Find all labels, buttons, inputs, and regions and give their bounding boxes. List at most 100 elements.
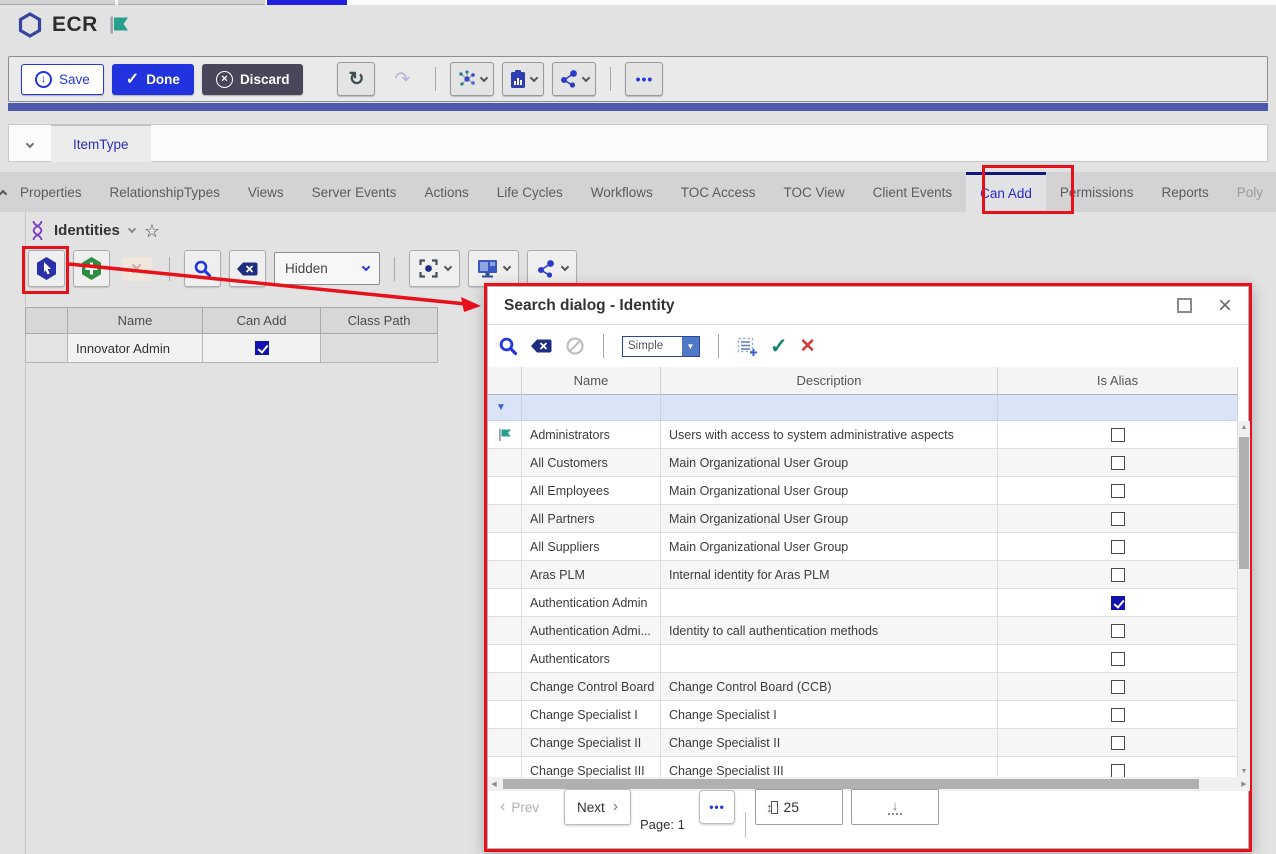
chevron-down-icon[interactable]	[128, 225, 136, 233]
dialog-grid-row[interactable]: Change Control BoardChange Control Board…	[488, 673, 1238, 701]
maximize-icon[interactable]	[1177, 298, 1192, 313]
focus-button[interactable]	[409, 250, 460, 287]
page-more-button[interactable]: •••	[699, 790, 735, 824]
is-alias-cell[interactable]	[998, 533, 1238, 561]
filter-cell-description[interactable]	[661, 395, 998, 421]
is-alias-checkbox[interactable]	[1111, 540, 1125, 554]
tab-relationshiptypes[interactable]: RelationshipTypes	[96, 172, 234, 212]
description-cell[interactable]: Users with access to system administrati…	[661, 421, 998, 449]
row-selector-cell[interactable]	[488, 533, 522, 561]
is-alias-cell[interactable]	[998, 673, 1238, 701]
is-alias-checkbox[interactable]	[1111, 428, 1125, 442]
next-page-button[interactable]: Next ›	[564, 789, 631, 825]
clear-search-icon[interactable]	[530, 338, 553, 354]
column-header-name[interactable]: Name	[522, 367, 661, 395]
is-alias-cell[interactable]	[998, 421, 1238, 449]
row-selector-cell[interactable]	[488, 589, 522, 617]
clear-search-button[interactable]	[229, 250, 266, 287]
dialog-grid-row[interactable]: Authentication Admi...Identity to call a…	[488, 617, 1238, 645]
close-icon[interactable]: ×	[1218, 294, 1232, 318]
scroll-up-arrow[interactable]: ▲	[1238, 421, 1250, 433]
is-alias-cell[interactable]	[998, 645, 1238, 673]
filter-cell-name[interactable]	[522, 395, 661, 421]
can-add-checkbox[interactable]	[255, 341, 269, 355]
is-alias-cell[interactable]	[998, 449, 1238, 477]
description-cell[interactable]: Main Organizational User Group	[661, 505, 998, 533]
column-header-can-add[interactable]: Can Add	[202, 307, 320, 334]
is-alias-cell[interactable]	[998, 589, 1238, 617]
browser-tab-active[interactable]	[267, 0, 347, 5]
select-dropdown-button[interactable]: ▼	[682, 337, 699, 356]
is-alias-checkbox[interactable]	[1111, 624, 1125, 638]
column-header-description[interactable]: Description	[661, 367, 998, 395]
name-cell[interactable]: Authentication Admin	[522, 589, 661, 617]
row-selector-cell[interactable]	[488, 421, 522, 449]
is-alias-checkbox[interactable]	[1111, 652, 1125, 666]
name-cell[interactable]: All Customers	[522, 449, 661, 477]
dialog-grid-row[interactable]: AdministratorsUsers with access to syste…	[488, 421, 1238, 449]
new-item-button[interactable]	[73, 250, 110, 287]
multiselect-icon[interactable]	[737, 336, 758, 357]
is-alias-cell[interactable]	[998, 561, 1238, 589]
description-cell[interactable]: Main Organizational User Group	[661, 449, 998, 477]
description-cell[interactable]: Identity to call authentication methods	[661, 617, 998, 645]
name-cell[interactable]: Administrators	[522, 421, 661, 449]
dialog-grid-row[interactable]: All CustomersMain Organizational User Gr…	[488, 449, 1238, 477]
name-cell[interactable]: Authentication Admi...	[522, 617, 661, 645]
name-cell[interactable]: All Partners	[522, 505, 661, 533]
description-cell[interactable]	[661, 589, 998, 617]
is-alias-cell[interactable]	[998, 477, 1238, 505]
discard-button[interactable]: × Discard	[202, 64, 304, 95]
tab-life-cycles[interactable]: Life Cycles	[483, 172, 577, 212]
name-cell[interactable]: Aras PLM	[522, 561, 661, 589]
dialog-grid-row[interactable]: All SuppliersMain Organizational User Gr…	[488, 533, 1238, 561]
row-selector-cell[interactable]	[488, 505, 522, 533]
share-button[interactable]	[527, 250, 577, 287]
description-cell[interactable]: Main Organizational User Group	[661, 533, 998, 561]
dialog-grid-row[interactable]: Authentication Admin	[488, 589, 1238, 617]
is-alias-cell[interactable]	[998, 617, 1238, 645]
is-alias-checkbox[interactable]	[1111, 568, 1125, 582]
tab-views[interactable]: Views	[234, 172, 298, 212]
browser-tab[interactable]	[0, 0, 115, 5]
tab-client-events[interactable]: Client Events	[859, 172, 967, 212]
row-selector-cell[interactable]	[488, 561, 522, 589]
tab-reports[interactable]: Reports	[1147, 172, 1222, 212]
tab-server-events[interactable]: Server Events	[298, 172, 411, 212]
display-button[interactable]	[468, 250, 519, 287]
structure-button[interactable]	[450, 62, 494, 96]
table-row[interactable]: Innovator Admin	[25, 334, 438, 363]
itemtype-accordion-tab[interactable]: ItemType	[51, 124, 151, 162]
tab-permissions[interactable]: Permissions	[1046, 172, 1148, 212]
chevron-down-icon[interactable]	[26, 140, 34, 148]
row-selector-cell[interactable]	[25, 334, 67, 363]
row-selector-cell[interactable]	[488, 477, 522, 505]
browser-tab[interactable]	[118, 0, 265, 5]
is-alias-checkbox[interactable]	[1111, 456, 1125, 470]
pick-item-button[interactable]	[28, 250, 65, 287]
is-alias-checkbox[interactable]	[1111, 680, 1125, 694]
cancel-icon[interactable]: ✕	[800, 337, 816, 356]
report-button[interactable]	[502, 62, 544, 96]
favorite-icon[interactable]: ☆	[144, 222, 160, 240]
row-selector-cell[interactable]	[488, 673, 522, 701]
confirm-icon[interactable]: ✓	[770, 336, 788, 357]
done-button[interactable]: ✓ Done	[112, 64, 194, 95]
scroll-thumb[interactable]	[1239, 437, 1249, 569]
tab-toc-access[interactable]: TOC Access	[667, 172, 770, 212]
is-alias-checkbox[interactable]	[1111, 512, 1125, 526]
is-alias-checkbox[interactable]	[1111, 484, 1125, 498]
tab-actions[interactable]: Actions	[410, 172, 482, 212]
tab-poly[interactable]: Poly	[1223, 172, 1276, 212]
row-selector-cell[interactable]	[488, 617, 522, 645]
is-alias-checkbox[interactable]	[1111, 596, 1125, 610]
is-alias-cell[interactable]	[998, 505, 1238, 533]
name-cell[interactable]: Innovator Admin	[67, 334, 202, 363]
download-button[interactable]: ↓	[851, 789, 939, 825]
name-cell[interactable]: All Employees	[522, 477, 661, 505]
dialog-title-bar[interactable]: Search dialog - Identity ×	[488, 287, 1248, 325]
search-icon[interactable]	[498, 336, 518, 356]
share-button[interactable]	[552, 62, 596, 96]
row-selector-cell[interactable]	[488, 449, 522, 477]
description-cell[interactable]	[661, 645, 998, 673]
